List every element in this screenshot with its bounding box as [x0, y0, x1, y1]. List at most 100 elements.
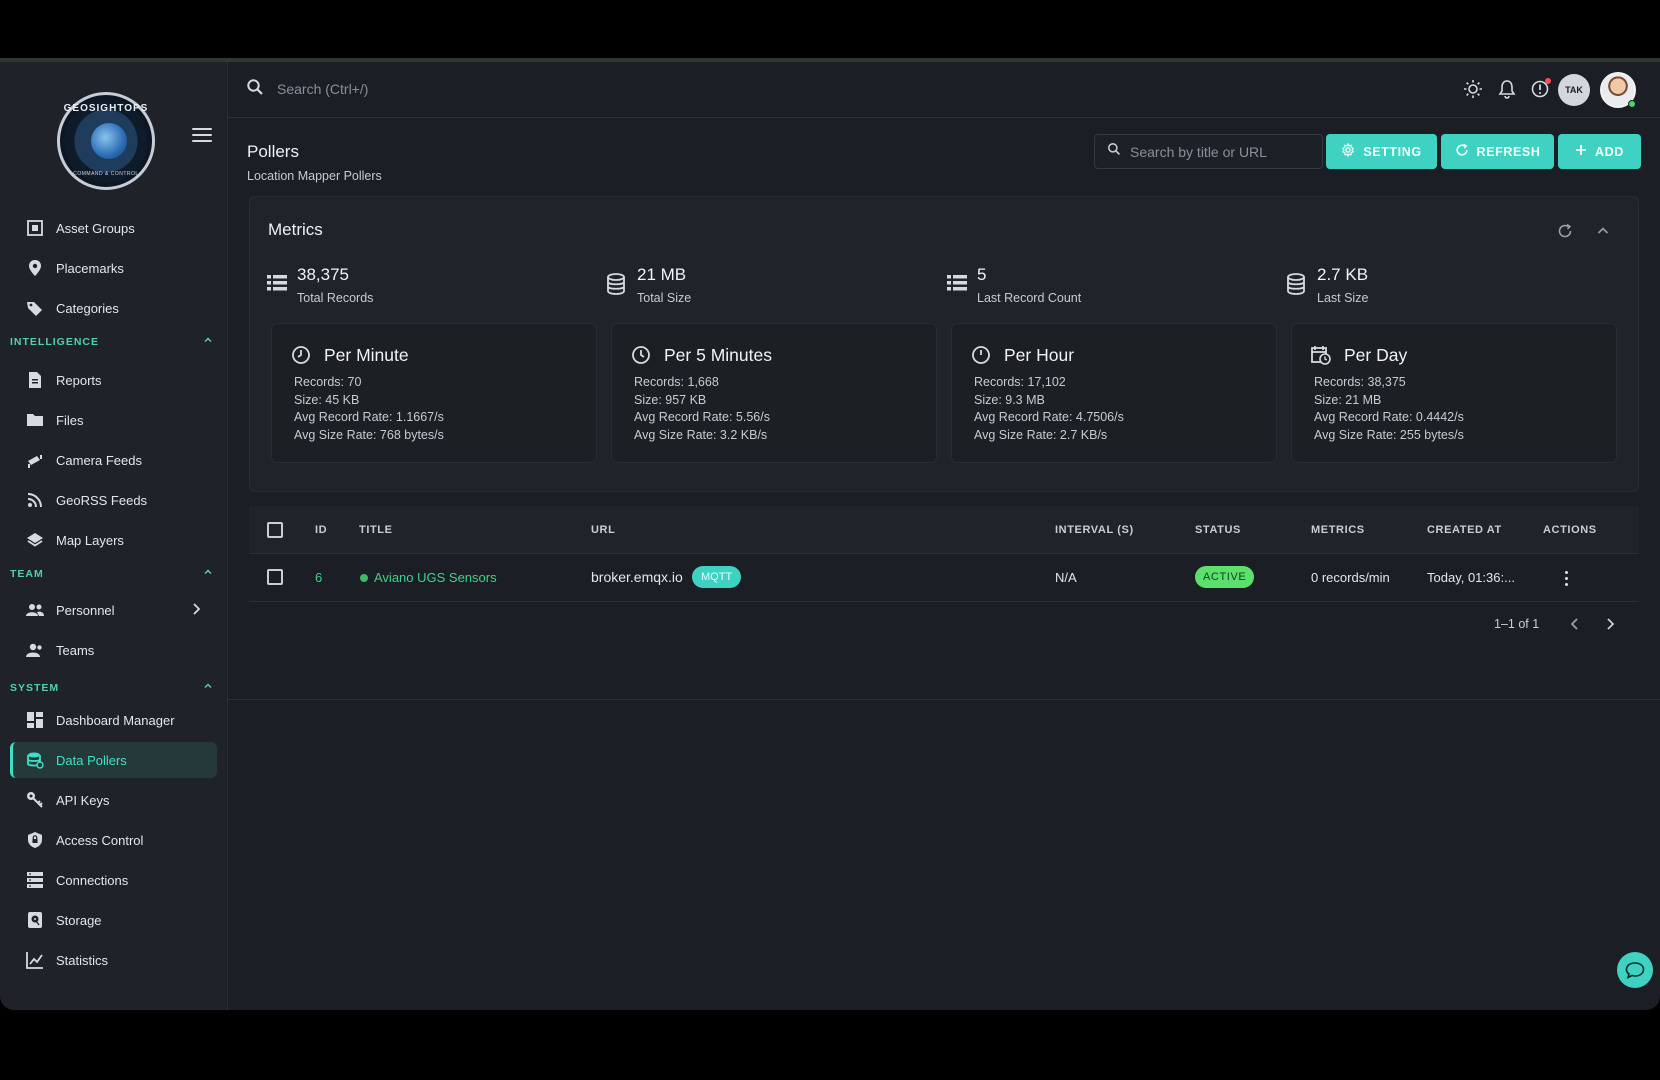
rate-avg-size-rate: Avg Size Rate: 2.7 KB/s: [974, 428, 1108, 442]
chevron-right-icon[interactable]: [1600, 614, 1620, 634]
sidebar-item-categories[interactable]: Categories: [10, 290, 217, 326]
summary-label: Last Size: [1317, 291, 1369, 305]
row-created-at: Today, 01:36:...: [1427, 570, 1515, 585]
sidebar-item-label: Data Pollers: [56, 752, 127, 768]
sidebar-item-label: Map Layers: [56, 532, 124, 548]
clock-icon: [291, 345, 311, 370]
tak-logo[interactable]: TAK: [1558, 74, 1590, 106]
alert-icon[interactable]: [1527, 76, 1553, 102]
sidebar-item-api-keys[interactable]: API Keys: [10, 782, 217, 818]
tags-icon: [25, 298, 45, 318]
logo-text: GEOSIGHTOPS: [63, 103, 149, 114]
bell-icon[interactable]: [1494, 76, 1520, 102]
sidebar-item-camera-feeds[interactable]: Camera Feeds: [10, 442, 217, 478]
chat-bubble-icon[interactable]: [1617, 952, 1653, 988]
metrics-card: Metrics 38,375 Total Records 21 MB Total…: [249, 196, 1639, 492]
menu-toggle-icon[interactable]: [192, 128, 212, 144]
clock-icon: [971, 345, 991, 370]
top-bar: TAK: [228, 62, 1660, 118]
rate-card-title: Per 5 Minutes: [664, 345, 772, 365]
sidebar-item-label: Connections: [56, 872, 129, 888]
collapse-chevron-up-icon[interactable]: [1593, 221, 1613, 241]
server-icon: [25, 870, 45, 890]
add-button[interactable]: ADD: [1558, 134, 1641, 169]
status-badge: ACTIVE: [1195, 566, 1255, 588]
sidebar-item-access-control[interactable]: Access Control: [10, 822, 217, 858]
column-header-url[interactable]: URL: [591, 524, 615, 536]
sidebar-item-storage[interactable]: Storage: [10, 902, 217, 938]
app-window: GEOSIGHTOPS COMMAND & CONTROL Asset Grou…: [0, 58, 1660, 1010]
sidebar-item-georss-feeds[interactable]: GeoRSS Feeds: [10, 482, 217, 518]
row-id[interactable]: 6: [315, 570, 322, 585]
rate-card-per-minute: Per Minute Records: 70 Size: 45 KB Avg R…: [271, 323, 597, 463]
online-status-dot: [1628, 100, 1636, 108]
select-all-checkbox[interactable]: [267, 522, 283, 538]
chevron-up-icon[interactable]: [203, 681, 213, 694]
sidebar-item-connections[interactable]: Connections: [10, 862, 217, 898]
rate-avg-record-rate: Avg Record Rate: 1.1667/s: [294, 410, 444, 424]
refresh-button-label: REFRESH: [1476, 144, 1541, 159]
sidebar-item-label: Statistics: [56, 952, 109, 968]
setting-button[interactable]: SETTING: [1326, 134, 1437, 169]
row-title-link[interactable]: Aviano UGS Sensors: [374, 570, 497, 585]
chart-icon: [25, 950, 45, 970]
search-icon: [1107, 142, 1121, 161]
theme-toggle-icon[interactable]: [1460, 76, 1486, 102]
database-icon: [606, 273, 626, 300]
column-header-created-at[interactable]: CREATED AT: [1427, 524, 1502, 536]
sidebar-item-placemarks[interactable]: Placemarks: [10, 250, 217, 286]
database-icon: [1286, 273, 1306, 300]
sidebar-item-personnel[interactable]: Personnel: [10, 592, 217, 628]
chevron-up-icon[interactable]: [203, 335, 213, 348]
column-header-title[interactable]: TITLE: [359, 524, 393, 536]
chevron-up-icon[interactable]: [203, 567, 213, 580]
summary-value: 38,375: [297, 265, 349, 284]
page-title: Pollers: [247, 142, 299, 161]
layers-icon: [25, 530, 45, 550]
sidebar-item-files[interactable]: Files: [10, 402, 217, 438]
poller-status-dot: [360, 574, 368, 582]
sidebar-item-asset-groups[interactable]: Asset Groups: [10, 210, 217, 246]
sidebar-item-map-layers[interactable]: Map Layers: [10, 522, 217, 558]
row-checkbox[interactable]: [267, 569, 283, 585]
sidebar-item-statistics[interactable]: Statistics: [10, 942, 217, 978]
app-logo[interactable]: GEOSIGHTOPS COMMAND & CONTROL: [57, 92, 155, 190]
rate-records: Records: 1,668: [634, 375, 719, 389]
table-row[interactable]: 6 Aviano UGS Sensors broker.emqx.io MQTT…: [249, 554, 1639, 602]
more-vertical-icon[interactable]: [1556, 567, 1576, 589]
refresh-button[interactable]: REFRESH: [1441, 134, 1554, 169]
search-icon[interactable]: [246, 78, 264, 101]
report-icon: [25, 370, 45, 390]
sidebar-item-label: GeoRSS Feeds: [56, 492, 148, 508]
section-intelligence[interactable]: INTELLIGENCE: [10, 336, 217, 348]
column-header-status[interactable]: STATUS: [1195, 524, 1241, 536]
sidebar-item-label: Personnel: [56, 602, 115, 618]
asset-groups-icon: [25, 218, 45, 238]
refresh-icon: [1455, 143, 1469, 160]
refresh-icon[interactable]: [1555, 221, 1575, 241]
rate-size: Size: 45 KB: [294, 393, 360, 407]
row-metrics: 0 records/min: [1311, 570, 1390, 585]
sidebar-item-dashboard-manager[interactable]: Dashboard Manager: [10, 702, 217, 738]
sidebar-item-teams[interactable]: Teams: [10, 632, 217, 668]
column-header-interval[interactable]: INTERVAL (S): [1055, 524, 1134, 536]
table-header: ID TITLE URL INTERVAL (S) STATUS METRICS…: [249, 506, 1639, 554]
table-search-field[interactable]: [1094, 134, 1323, 169]
rate-size: Size: 21 MB: [1314, 393, 1382, 407]
table-search-input[interactable]: [1130, 143, 1310, 160]
people-icon: [25, 600, 45, 620]
section-team[interactable]: TEAM: [10, 568, 217, 580]
summary-last-size: 2.7 KB Last Size: [1280, 265, 1580, 305]
rate-records: Records: 70: [294, 375, 362, 389]
chevron-left-icon[interactable]: [1565, 614, 1585, 634]
section-label: INTELLIGENCE: [10, 336, 100, 348]
summary-total-size: 21 MB Total Size: [600, 265, 900, 305]
global-search-input[interactable]: [277, 76, 677, 102]
rate-card-per-hour: Per Hour Records: 17,102 Size: 9.3 MB Av…: [951, 323, 1277, 463]
rate-card-title: Per Day: [1344, 345, 1408, 365]
sidebar-item-reports[interactable]: Reports: [10, 362, 217, 398]
column-header-id[interactable]: ID: [315, 524, 327, 536]
column-header-metrics[interactable]: METRICS: [1311, 524, 1365, 536]
section-system[interactable]: SYSTEM: [10, 682, 217, 694]
sidebar-item-data-pollers[interactable]: Data Pollers: [10, 742, 217, 778]
